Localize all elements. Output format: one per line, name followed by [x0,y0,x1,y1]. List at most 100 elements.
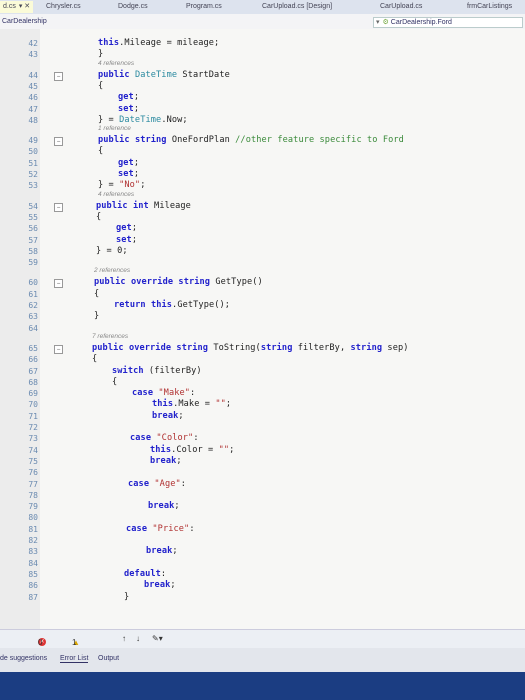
line-number: 79 [28,502,38,512]
code-line[interactable]: this.Make = ""; [152,399,231,409]
line-number: 54 [28,201,38,211]
tab-carupload-design[interactable]: CarUpload.cs [Design] [262,3,332,10]
tab-carupload[interactable]: CarUpload.cs [380,3,422,10]
nav-down-icon[interactable]: ↓ [136,634,140,643]
warning-count-label: 1 [72,638,77,647]
line-number: 74 [28,445,38,455]
line-number: 78 [28,490,38,500]
tab-suggestions[interactable]: de suggestions [0,655,47,662]
tab-frmcarlistings[interactable]: frmCarListings [467,3,512,10]
line-number: 76 [28,468,38,478]
line-number: 42 [28,39,38,48]
line-number: 52 [28,170,38,179]
tab-program[interactable]: Program.cs [186,3,222,10]
code-line[interactable]: break; [146,546,178,556]
member-dropdown[interactable]: ▾ ⚙ CarDealership.Ford [373,17,523,28]
line-number: 77 [28,479,38,489]
code-line[interactable]: } = "No"; [98,180,146,190]
tab-chrysler[interactable]: Chrysler.cs [46,3,81,10]
line-number: 56 [28,224,38,234]
line-number: 72 [28,423,38,432]
tab-dodge[interactable]: Dodge.cs [118,3,148,10]
code-line[interactable]: public override string GetType() [94,277,263,287]
line-number: 57 [28,235,38,245]
code-line[interactable]: { [92,354,97,364]
close-icon[interactable]: ▾ ✕ [19,3,30,10]
line-number: 59 [28,258,38,268]
nav-up-icon[interactable]: ↑ [122,634,126,643]
line-number: 51 [28,158,38,168]
line-number: 63 [28,312,38,322]
line-number: 85 [28,569,38,579]
line-number: 87 [28,592,38,602]
code-line[interactable]: public int Mileage [96,201,191,211]
code-line[interactable]: { [98,146,103,156]
code-line[interactable]: public override string ToString(string f… [92,343,409,353]
line-number: 58 [28,246,38,256]
collapse-icon[interactable]: − [54,137,63,147]
line-number: 55 [28,212,38,222]
code-line[interactable]: } [94,311,99,321]
line-number: 48 [28,115,38,125]
collapse-icon[interactable]: − [54,279,63,289]
code-line[interactable]: get; [118,158,139,168]
code-line[interactable]: } = 0; [96,246,128,256]
class-icon: ⚙ [382,19,389,26]
tab-error-list[interactable]: Error List [60,655,89,663]
line-number: 67 [28,366,38,376]
collapse-icon[interactable]: − [54,202,63,212]
code-line[interactable]: public DateTime StartDate [98,70,230,80]
line-number: 49 [28,136,38,146]
code-line[interactable]: switch (filterBy) [112,366,202,376]
editor-status-bar: ✕ 0 ▲ 1 ↑ ↓ ✎▾ [0,629,525,648]
line-number: 45 [28,81,38,91]
line-number: 64 [28,323,38,333]
code-line[interactable]: default: [124,569,166,579]
code-line[interactable]: this.Color = ""; [150,445,234,455]
code-line[interactable]: set; [118,104,139,114]
code-line[interactable]: this.Mileage = mileage; [98,38,219,48]
code-line[interactable]: } [124,592,129,602]
line-number: 65 [28,343,38,353]
code-line[interactable]: } [98,49,103,59]
code-editor[interactable]: 42 this.Mileage = mileage; 43} 4 references… [28,29,525,629]
codelens-references[interactable]: 4 references [98,60,134,67]
code-line[interactable]: return this.GetType(); [114,300,230,310]
codelens-references[interactable]: 2 references [94,267,130,274]
code-line[interactable]: case "Make": [132,388,195,398]
project-dropdown[interactable]: CarDealership [2,18,47,25]
bottom-tool-tabs: de suggestions Error List Output [0,648,525,672]
tab-output[interactable]: Output [98,655,119,662]
code-line[interactable]: case "Age": [128,479,186,489]
codelens-references[interactable]: 1 reference [98,125,131,132]
code-line[interactable]: } = DateTime.Now; [98,115,188,125]
code-line[interactable]: set; [116,235,137,245]
tab-current-file[interactable]: d.cs ▾ ✕ [0,1,34,13]
code-line[interactable]: case "Color": [130,433,199,443]
line-number: 70 [28,400,38,410]
code-line[interactable]: { [98,81,103,91]
code-line[interactable]: get; [118,92,139,102]
line-number: 84 [28,558,38,568]
code-line[interactable]: break; [144,580,176,590]
line-number: 66 [28,355,38,365]
code-line[interactable]: { [96,212,101,222]
line-number: 50 [28,147,38,157]
collapse-icon[interactable]: − [54,344,63,354]
code-line[interactable]: { [112,377,117,387]
error-count-label: 0 [38,638,43,647]
collapse-icon[interactable]: − [54,71,63,81]
code-line[interactable]: case "Price": [126,524,195,534]
code-line[interactable]: public string OneFordPlan //other featur… [98,135,404,145]
code-line[interactable]: break; [150,456,182,466]
codelens-references[interactable]: 7 references [92,333,128,340]
code-line[interactable]: { [94,289,99,299]
line-number: 68 [28,377,38,387]
code-line[interactable]: set; [118,169,139,179]
code-line[interactable]: get; [116,223,137,233]
code-line[interactable]: break; [152,411,184,421]
codelens-references[interactable]: 4 references [98,191,134,198]
code-line[interactable]: break; [148,501,180,511]
line-number: 83 [28,547,38,557]
filter-icon[interactable]: ✎▾ [152,634,163,643]
